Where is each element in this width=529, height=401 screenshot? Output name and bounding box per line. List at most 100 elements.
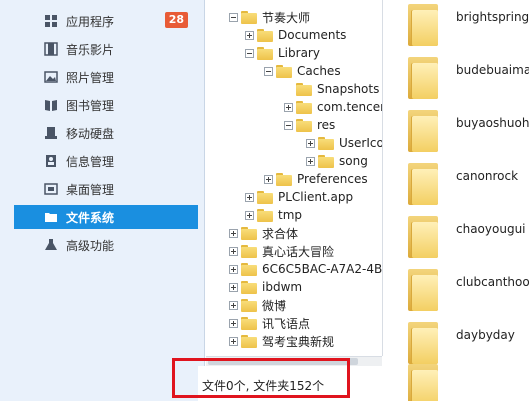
tree-node[interactable]: 6C6C5BAC-A7A2-4BEC	[229, 260, 382, 278]
collapse-toggle[interactable]	[245, 48, 254, 58]
folder-icon	[408, 216, 438, 258]
tree-node[interactable]: 节奏大师	[229, 8, 310, 26]
sidebar-item-books[interactable]: 图书管理	[14, 93, 198, 117]
flask-icon	[44, 238, 58, 252]
expand-toggle[interactable]	[264, 174, 273, 184]
collapse-toggle[interactable]	[284, 120, 293, 130]
sidebar-item-label: 高级功能	[66, 238, 115, 253]
folder-icon	[44, 210, 58, 224]
expand-toggle[interactable]	[245, 30, 254, 40]
sidebar-item-photos[interactable]: 照片管理	[14, 65, 198, 89]
sidebar-item-label: 信息管理	[66, 154, 115, 169]
folder-contents: brightspring budebuaimar buyaoshuohua ca…	[398, 0, 529, 401]
expand-toggle[interactable]	[306, 156, 315, 166]
sidebar-item-mobile-drive[interactable]: 移动硬盘	[14, 121, 198, 145]
folder-item[interactable]: clubcanthoo	[398, 265, 529, 317]
folder-icon	[257, 28, 273, 42]
folder-icon	[241, 244, 257, 258]
tree-node[interactable]: ibdwm	[229, 278, 302, 296]
tree-node[interactable]: 微博	[229, 296, 286, 314]
expand-toggle[interactable]	[229, 264, 238, 274]
folder-icon	[296, 100, 312, 114]
tree-node[interactable]: tmp	[245, 206, 302, 224]
folder-icon	[276, 64, 292, 78]
folder-item[interactable]: buyaoshuohua	[398, 106, 529, 158]
folder-icon	[408, 57, 438, 99]
status-highlight-box	[172, 358, 350, 398]
folder-icon	[318, 136, 334, 150]
folder-icon	[408, 322, 438, 364]
expand-toggle[interactable]	[229, 228, 238, 238]
tree-node[interactable]: song	[306, 152, 368, 170]
tree-node[interactable]: com.tencent	[284, 98, 382, 116]
tree-node[interactable]: Caches	[264, 62, 341, 80]
tree-node[interactable]: Library	[245, 44, 320, 62]
sidebar-item-label: 移动硬盘	[66, 126, 115, 141]
collapse-toggle[interactable]	[264, 66, 273, 76]
file-manager-window: 应用程序 28 音乐影片 照片管理 图书管理 移动硬盘 信息管理 桌面管理 文件…	[0, 0, 529, 401]
folder-icon	[408, 4, 438, 46]
folder-icon	[408, 269, 438, 311]
sidebar-item-label: 文件系统	[66, 210, 115, 225]
tree-node[interactable]: Snapshots	[296, 80, 379, 98]
tree-node[interactable]: 驾考宝典新规	[229, 332, 334, 350]
tree-node[interactable]: 求合体	[229, 224, 298, 242]
sidebar-item-info[interactable]: 信息管理	[14, 149, 198, 173]
expand-toggle[interactable]	[229, 246, 238, 256]
expand-toggle[interactable]	[229, 282, 238, 292]
sidebar-item-music-video[interactable]: 音乐影片	[14, 37, 198, 61]
contact-icon	[44, 154, 58, 168]
expand-toggle[interactable]	[229, 336, 238, 346]
folder-icon	[257, 208, 273, 222]
sidebar-item-label: 音乐影片	[66, 42, 115, 57]
folder-item[interactable]	[398, 360, 529, 401]
photo-icon	[44, 70, 58, 84]
folder-item[interactable]: brightspring	[398, 0, 529, 52]
sidebar-item-label: 照片管理	[66, 70, 115, 85]
book-icon	[44, 98, 58, 112]
tree-node[interactable]: PLClient.app	[245, 188, 353, 206]
folder-icon	[408, 163, 438, 205]
folder-icon	[241, 226, 257, 240]
sidebar-item-advanced[interactable]: 高级功能	[14, 233, 198, 257]
tree-node[interactable]: res	[284, 116, 335, 134]
expand-toggle[interactable]	[245, 192, 254, 202]
sidebar-item-desktop[interactable]: 桌面管理	[14, 177, 198, 201]
folder-icon	[276, 172, 292, 186]
apps-count-badge: 28	[164, 12, 188, 28]
sidebar-item-label: 桌面管理	[66, 182, 115, 197]
expand-toggle[interactable]	[229, 318, 238, 328]
folder-icon	[296, 82, 312, 96]
tree-node[interactable]: 真心话大冒险	[229, 242, 334, 260]
sidebar-item-label: 图书管理	[66, 98, 115, 113]
desktop-icon	[44, 182, 58, 196]
folder-icon	[408, 364, 438, 401]
film-icon	[44, 42, 58, 56]
expand-toggle[interactable]	[245, 210, 254, 220]
expand-toggle[interactable]	[284, 102, 293, 112]
tree-node[interactable]: Preferences	[264, 170, 368, 188]
folder-icon	[257, 46, 273, 60]
folder-icon	[408, 110, 438, 152]
apps-icon	[44, 14, 58, 28]
collapse-toggle[interactable]	[229, 12, 238, 22]
folder-tree[interactable]: 节奏大师 Documents Library Caches Snapshots …	[206, 0, 383, 356]
tree-node[interactable]: 讯飞语点	[229, 314, 310, 332]
folder-icon	[296, 118, 312, 132]
folder-icon	[241, 262, 257, 276]
expand-toggle[interactable]	[306, 138, 315, 148]
folder-item[interactable]: canonrock	[398, 159, 529, 211]
drive-icon	[44, 126, 58, 140]
folder-icon	[241, 334, 257, 348]
folder-icon	[318, 154, 334, 168]
sidebar-item-file-system[interactable]: 文件系统	[14, 205, 198, 229]
sidebar-item-apps[interactable]: 应用程序 28	[14, 9, 198, 33]
folder-icon	[241, 10, 257, 24]
tree-node[interactable]: Documents	[245, 26, 346, 44]
folder-icon	[241, 280, 257, 294]
expand-toggle[interactable]	[229, 300, 238, 310]
folder-item[interactable]: chaoyougui	[398, 212, 529, 264]
tree-node[interactable]: UserIcon	[306, 134, 382, 152]
folder-icon	[241, 298, 257, 312]
folder-item[interactable]: budebuaimar	[398, 53, 529, 105]
